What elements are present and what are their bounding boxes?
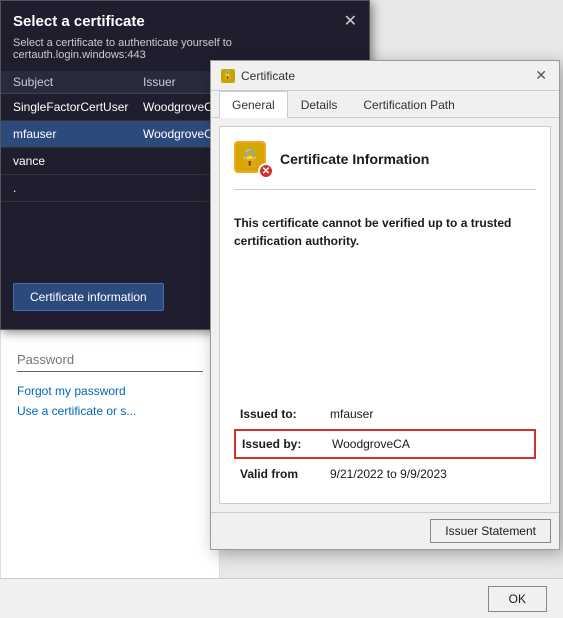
certificate-dialog: 🔒 Certificate ✕ General Details Certific… [210, 60, 560, 550]
row-subject: mfauser [13, 127, 143, 141]
cert-warning-icon: 🔒 ✕ [234, 141, 270, 177]
cert-select-close-button[interactable]: ✕ [344, 11, 357, 31]
cert-valid-from-row: Valid from 9/21/2022 to 9/9/2023 [234, 459, 536, 489]
cert-info-header: 🔒 ✕ Certificate Information [234, 141, 536, 190]
cert-details-section: Issued to: mfauser Issued by: WoodgroveC… [234, 399, 536, 489]
ok-button[interactable]: OK [488, 586, 547, 612]
cert-issued-to-row: Issued to: mfauser [234, 399, 536, 429]
cert-dialog-title: Certificate [241, 69, 295, 83]
cert-valid-from-label: Valid from [240, 467, 330, 481]
ms-password-input[interactable] [17, 348, 203, 372]
cert-issued-by-label: Issued by: [242, 437, 332, 451]
cert-error-badge-icon: ✕ [258, 163, 274, 179]
ms-forgot-password-link[interactable]: Forgot my password [17, 384, 203, 398]
cert-dialog-footer: Issuer Statement [211, 512, 559, 549]
cert-valid-from-value: 9/21/2022 to 9/9/2023 [330, 467, 447, 481]
cert-issued-to-value: mfauser [330, 407, 373, 421]
bottom-bar: OK [0, 578, 563, 618]
cert-warning-text: This certificate cannot be verified up t… [234, 204, 536, 399]
col-subject: Subject [13, 75, 143, 89]
cert-issued-by-value: WoodgroveCA [332, 437, 410, 451]
tab-general[interactable]: General [219, 91, 288, 118]
cert-issued-by-row: Issued by: WoodgroveCA [234, 429, 536, 459]
cert-dialog-icon: 🔒 [221, 69, 235, 83]
cert-issued-to-label: Issued to: [240, 407, 330, 421]
cert-dialog-tabs: General Details Certification Path [211, 91, 559, 118]
svg-text:🔒: 🔒 [239, 148, 261, 168]
row-subject: vance [13, 154, 143, 168]
cert-dialog-titlebar: 🔒 Certificate ✕ [211, 61, 559, 91]
ms-use-cert-link[interactable]: Use a certificate or s... [17, 404, 203, 418]
cert-info-title: Certificate Information [280, 151, 429, 167]
cert-select-title: Select a certificate [13, 13, 145, 30]
cert-select-header: Select a certificate ✕ [1, 1, 369, 37]
tab-certification-path[interactable]: Certification Path [350, 91, 467, 118]
cert-dialog-close-button[interactable]: ✕ [533, 67, 549, 84]
cert-dialog-content: 🔒 ✕ Certificate Information This certifi… [219, 126, 551, 504]
certificate-information-button[interactable]: Certificate information [13, 283, 164, 311]
cert-dialog-title-area: 🔒 Certificate [221, 69, 295, 83]
row-subject: SingleFactorCertUser [13, 100, 143, 114]
row-subject: . [13, 181, 143, 195]
issuer-statement-button[interactable]: Issuer Statement [430, 519, 551, 543]
tab-details[interactable]: Details [288, 91, 351, 118]
